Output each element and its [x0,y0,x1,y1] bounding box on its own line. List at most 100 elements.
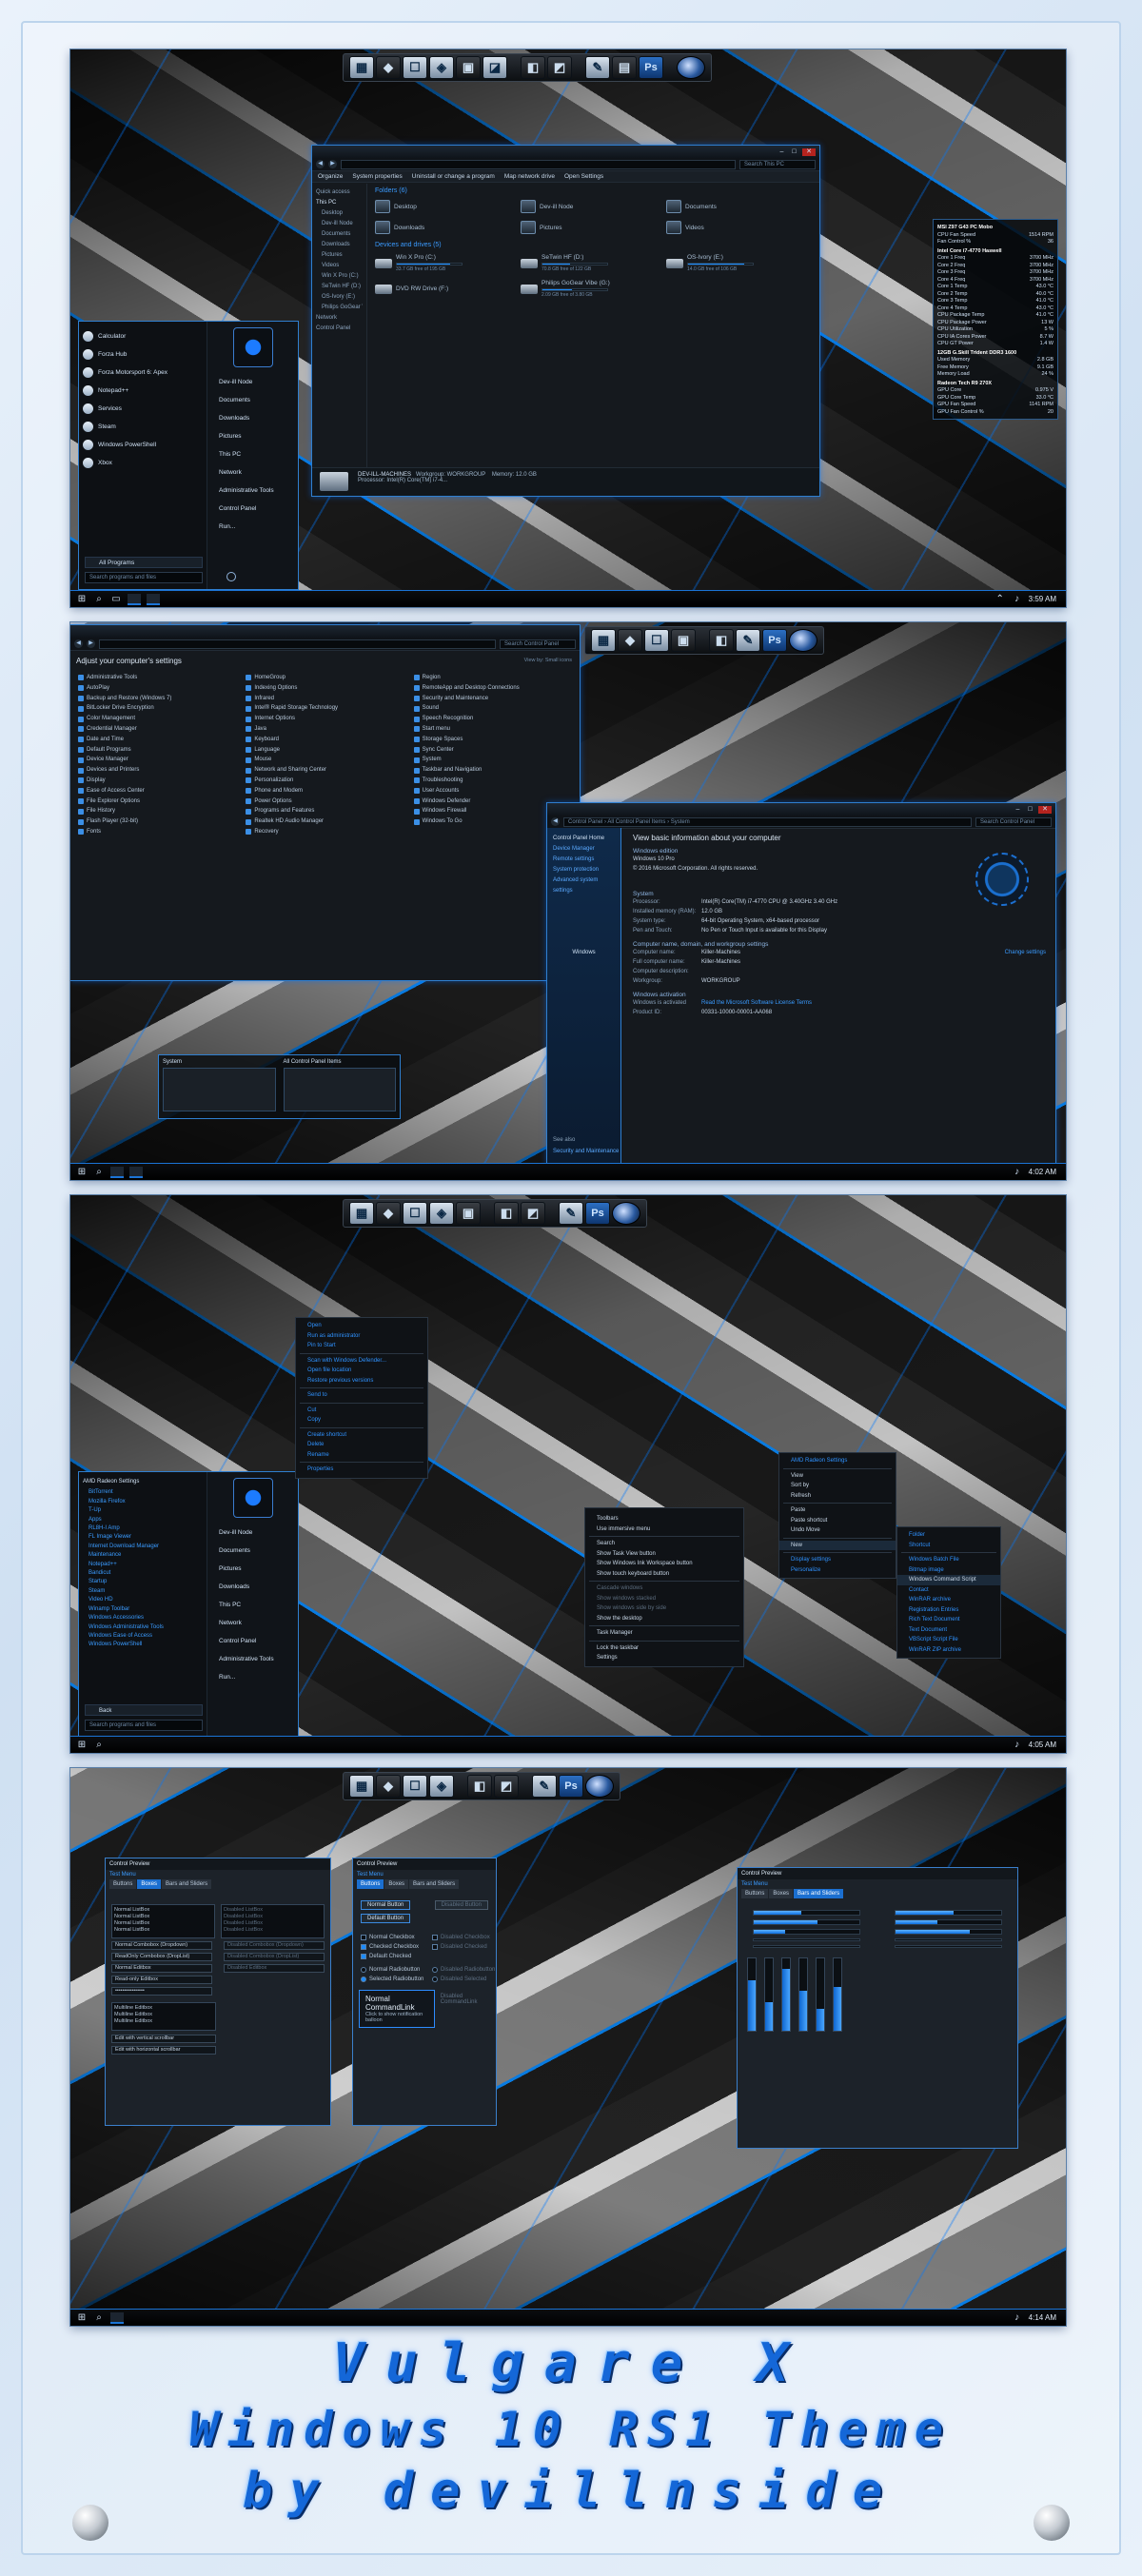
menu-item[interactable]: Paste [779,1505,896,1516]
cp-item[interactable]: Storage Spaces [414,735,572,745]
photoshop-icon[interactable]: Ps [585,1202,610,1225]
menu-item[interactable]: Create shortcut [296,1430,427,1441]
user-avatar[interactable] [232,1478,273,1518]
cp-item[interactable]: AutoPlay [78,683,236,694]
menu-item[interactable]: New [779,1540,896,1550]
start-app[interactable]: Xbox [83,454,205,472]
program-item[interactable]: T-Up [83,1506,205,1515]
start-place[interactable]: Pictures [211,1560,294,1578]
menu-item[interactable]: Paste shortcut [779,1516,896,1526]
dock-icon-3[interactable]: ☐ [644,629,669,652]
start-place[interactable]: Network [211,463,294,482]
minimize-icon[interactable]: – [778,148,786,156]
test-menu[interactable]: Test Menu [106,1870,330,1879]
tab-buttons[interactable]: Buttons [741,1889,769,1898]
nav-item[interactable]: Videos [316,261,363,271]
nav-item[interactable]: Dev-ill Node [316,219,363,229]
start-place[interactable]: Documents [211,1542,294,1560]
taskbar-clock[interactable]: 4:02 AM [1029,1168,1060,1176]
tab-boxes[interactable]: Boxes [384,1879,409,1889]
taskbar-app[interactable] [110,1166,124,1178]
search-icon[interactable]: ⌕ [93,1740,105,1751]
dock-icon-8[interactable]: ◩ [521,1202,545,1225]
menu-item[interactable]: Sort by [779,1481,896,1491]
menu-item[interactable]: Task Manager [585,1628,743,1639]
cp-item[interactable]: Devices and Printers [78,765,236,776]
all-programs-button[interactable]: All Programs [85,557,203,568]
menu-item[interactable]: Lock the taskbar [585,1643,743,1654]
dock-icon-3[interactable]: ☐ [403,1202,427,1225]
start-app[interactable]: Calculator [83,327,205,345]
drive-tile[interactable]: DVD RW Drive (F:) [375,280,521,298]
menu-item[interactable]: Toolbars [585,1514,743,1524]
program-item[interactable]: Windows Administrative Tools [83,1623,205,1632]
radiobutton[interactable]: Selected Radiobutton [353,1975,424,1984]
drive-tile[interactable]: Win X Pro (C:) 33.7 GB free of 195 GB [375,254,521,272]
menu-item[interactable]: Show windows stacked [585,1594,743,1604]
cp-item[interactable]: Sync Center [414,745,572,756]
nav-item[interactable]: Quick access [316,187,363,198]
license-link[interactable]: Read the Microsoft Software License Term… [701,998,812,1008]
start-place[interactable]: This PC [211,1596,294,1614]
dock-icon-4[interactable]: ◈ [429,1775,454,1798]
cp-item[interactable]: Power Options [246,796,404,807]
menu-item[interactable]: Delete [296,1440,427,1450]
dock-icon-3[interactable]: ☐ [403,1775,427,1798]
tab-boxes[interactable]: Boxes [769,1889,794,1898]
dock-icon-brush[interactable]: ✎ [736,629,760,652]
cp-item[interactable]: Fonts [78,827,236,837]
user-avatar[interactable] [232,327,273,367]
start-place[interactable]: Administrative Tools [211,1650,294,1668]
cp-item[interactable]: Ease of Access Center [78,786,236,796]
nav-item[interactable]: Control Panel [316,324,363,334]
start-app[interactable]: Forza Motorsport 6: Apex [83,364,205,382]
start-search-input[interactable]: Search programs and files [85,1720,203,1731]
security-link[interactable]: Security and Maintenance [553,1147,619,1157]
menu-item[interactable]: Registration Entries [897,1605,1000,1616]
start-place[interactable]: Run... [211,1668,294,1686]
program-item[interactable]: Windows Accessories [83,1614,205,1622]
folder-tile[interactable]: Downloads [375,221,521,234]
dock-icon-5[interactable]: ▣ [456,1202,481,1225]
ribbon-map-network[interactable]: Map network drive [504,173,555,180]
menu-item[interactable]: View [779,1471,896,1482]
ribbon-system-properties[interactable]: System properties [352,173,402,180]
dock-icon-7[interactable]: ◧ [494,1202,519,1225]
search-icon[interactable]: ⌕ [93,2312,105,2324]
cp-item[interactable]: Network and Sharing Center [246,765,404,776]
cp-item[interactable]: Keyboard [246,735,404,745]
menu-item[interactable]: Windows Batch File [897,1555,1000,1565]
slider-track[interactable] [895,1945,1002,1948]
taskbar-app[interactable] [147,593,160,605]
dock-icon-brush[interactable]: ✎ [585,56,610,79]
nav-item[interactable]: Downloads [316,240,363,250]
checkbox[interactable]: Normal Checkbox [353,1933,424,1942]
start-place[interactable]: Control Panel [211,1632,294,1650]
menu-item[interactable]: Text Document [897,1625,1000,1636]
cp-item[interactable]: Credential Manager [78,724,236,735]
start-place[interactable]: Pictures [211,427,294,445]
multiline-editbox[interactable]: Multiline Editbox Multiline Editbox Multil… [111,2002,216,2031]
drive-tile[interactable]: OS-Ivory (E:) 14.0 GB free of 106 GB [666,254,812,272]
dock-logo-icon[interactable] [677,56,705,79]
photoshop-icon[interactable]: Ps [559,1775,583,1798]
start-place[interactable]: Downloads [211,1578,294,1596]
back-icon[interactable]: ◀ [74,639,83,648]
taskbar-app[interactable] [128,593,141,605]
nav-item[interactable]: Documents [316,229,363,240]
program-item[interactable]: Maintenance [83,1551,205,1560]
start-app[interactable]: Services [83,400,205,418]
menu-item[interactable]: Bitmap image [897,1565,1000,1576]
dock-icon-1[interactable]: ▦ [349,56,374,79]
thumbnail-control-panel[interactable]: All Control Panel Items [283,1059,396,1114]
drive-tile[interactable]: SeTwin HF (D:) 70.8 GB free of 122 GB [521,254,666,272]
cp-item[interactable]: Speech Recognition [414,714,572,724]
cp-item[interactable]: Flash Player (32-bit) [78,816,236,827]
horizontal-scroll-edit[interactable]: Edit with horizontal scrollbar [111,2046,216,2055]
folder-tile[interactable]: Pictures [521,221,666,234]
start-app[interactable]: Windows PowerShell [83,436,205,454]
dock-icon-9[interactable]: ▤ [612,56,637,79]
address-input[interactable] [99,639,496,649]
cp-item[interactable]: Language [246,745,404,756]
breadcrumb[interactable]: Control Panel › All Control Panel Items … [563,816,972,827]
